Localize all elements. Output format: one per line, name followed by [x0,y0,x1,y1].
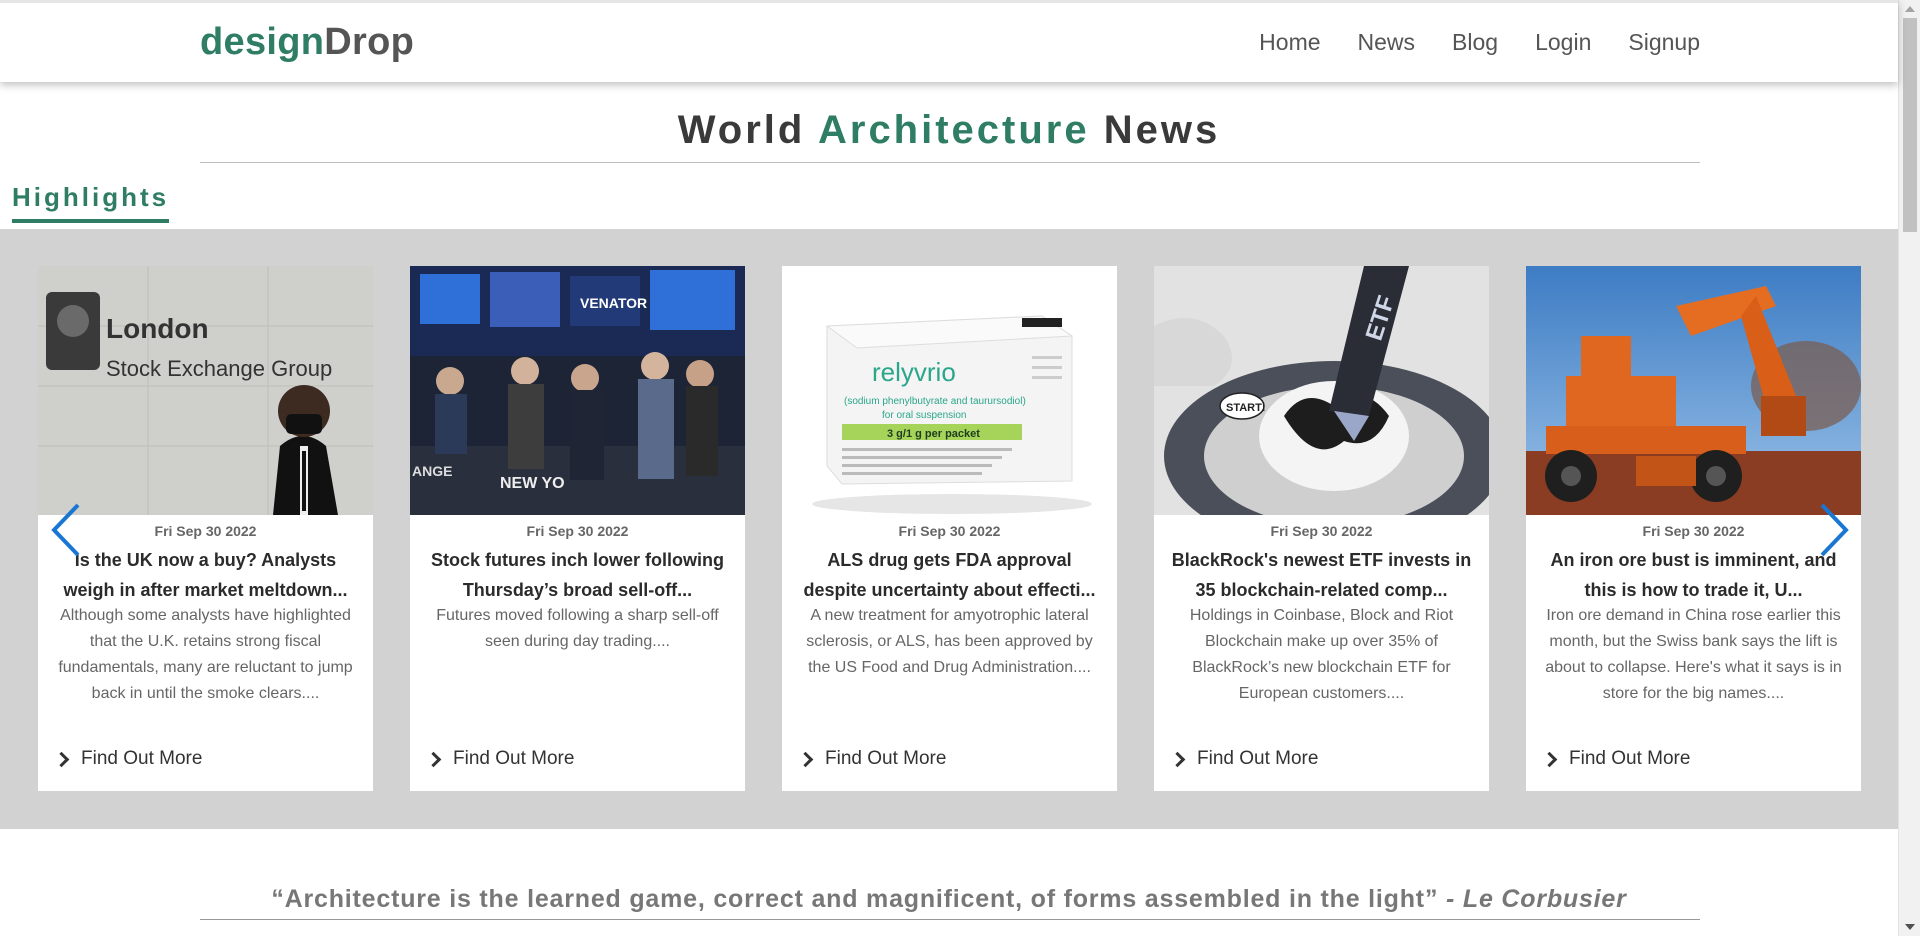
find-out-more-link[interactable]: Find Out More [797,748,947,770]
news-card-date: Fri Sep 30 2022 [898,523,1001,539]
nav-signup[interactable]: Signup [1628,29,1700,56]
news-card-image: ETF START! [1154,266,1489,515]
highlights-label: Highlights [12,182,170,223]
news-card-headline[interactable]: An iron ore bust is imminent, and this i… [1538,545,1849,605]
chevron-left-icon [51,503,80,557]
news-card[interactable]: Fri Sep 30 2022 An iron ore bust is immi… [1526,266,1861,791]
news-card-image: relyvrio (sodium phenylbutyrate and taur… [782,266,1117,515]
news-card-image: VENATOR NEW YO ANGE [410,266,745,515]
news-card[interactable]: relyvrio (sodium phenylbutyrate and taur… [782,266,1117,791]
image-caption: START! [1226,402,1266,414]
brand-logo[interactable]: designDrop [200,21,414,64]
news-card[interactable]: VENATOR NEW YO ANGE Fri Sep 30 2022 Stoc… [410,266,745,791]
news-card[interactable]: London Stock Exchange Group Fri Sep 30 2… [38,266,373,791]
news-card-date: Fri Sep 30 2022 [154,523,257,539]
image-caption: ANGE [412,463,452,479]
image-caption: for oral suspension [882,410,967,421]
chevron-right-icon [1820,503,1849,557]
news-card-summary: Iron ore demand in China rose earlier th… [1545,607,1842,702]
news-card-summary: Although some analysts have highlighted … [58,607,353,702]
quote-text: “Architecture is the learned game, corre… [271,885,1439,913]
title-accent: Architecture [817,108,1090,152]
nav-login[interactable]: Login [1535,29,1591,56]
quote-author: - Le Corbusier [1438,885,1627,913]
news-card-summary: A new treatment for amyotrophic lateral … [806,607,1093,676]
find-out-more-link[interactable]: Find Out More [1169,748,1319,770]
news-card-date: Fri Sep 30 2022 [1270,523,1373,539]
news-card-headline[interactable]: Stock futures inch lower following Thurs… [422,545,733,605]
nav-blog[interactable]: Blog [1452,29,1498,56]
brand-part1: design [200,21,325,63]
news-card[interactable]: ETF START! Fri Sep 30 2022 BlackRock's n… [1154,266,1489,791]
chevron-right-icon [1169,751,1186,767]
chevron-right-icon [1541,751,1558,767]
news-card-headline[interactable]: Is the UK now a buy? Analysts weigh in a… [50,545,361,605]
carousel-prev-button[interactable] [48,500,88,560]
title-divider [200,162,1700,163]
news-card-summary: Holdings in Coinbase, Block and Riot Blo… [1189,607,1454,702]
image-caption: VENATOR [580,295,647,311]
find-out-more-link[interactable]: Find Out More [53,748,203,770]
find-out-more-label: Find Out More [1569,748,1691,769]
highlights-carousel: London Stock Exchange Group Fri Sep 30 2… [0,229,1898,829]
chevron-right-icon [53,751,70,767]
find-out-more-label: Find Out More [453,748,575,769]
nav-news[interactable]: News [1358,29,1416,56]
chevron-right-icon [425,751,442,767]
page-title: World Architecture News [0,108,1898,153]
news-card-summary: Futures moved following a sharp sell-off… [436,607,719,650]
news-card-image: London Stock Exchange Group [38,266,373,515]
carousel-next-button[interactable] [1812,500,1852,560]
navbar: designDrop Home News Blog Login Signup [0,0,1898,82]
title-pre: World [677,108,818,152]
brand-part2: Drop [324,21,415,63]
nav-home[interactable]: Home [1259,29,1320,56]
chevron-right-icon [797,751,814,767]
scrollbar-thumb[interactable] [1903,18,1917,232]
find-out-more-label: Find Out More [825,748,947,769]
image-caption: Stock Exchange Group [106,356,332,381]
image-caption: relyvrio [872,357,956,387]
image-caption: 3 g/1 g per packet [887,428,980,440]
image-caption: NEW YO [500,475,565,492]
quote-divider [200,919,1700,920]
news-card-date: Fri Sep 30 2022 [526,523,629,539]
scroll-up-icon[interactable] [1905,6,1915,12]
find-out-more-link[interactable]: Find Out More [1541,748,1691,770]
news-card-date: Fri Sep 30 2022 [1642,523,1745,539]
page-scrollbar[interactable] [1898,0,1920,936]
news-card-headline[interactable]: BlackRock's newest ETF invests in 35 blo… [1166,545,1477,605]
find-out-more-link[interactable]: Find Out More [425,748,575,770]
title-post: News [1089,108,1221,152]
nav-links: Home News Blog Login Signup [1259,29,1700,56]
image-caption: (sodium phenylbutyrate and taurursodiol) [844,396,1026,407]
news-card-image [1526,266,1861,515]
news-card-headline[interactable]: ALS drug gets FDA approval despite uncer… [794,545,1105,605]
scroll-down-icon[interactable] [1905,924,1915,930]
find-out-more-label: Find Out More [1197,748,1319,769]
find-out-more-label: Find Out More [81,748,203,769]
quote: “Architecture is the learned game, corre… [0,885,1898,914]
image-caption: London [106,313,209,344]
